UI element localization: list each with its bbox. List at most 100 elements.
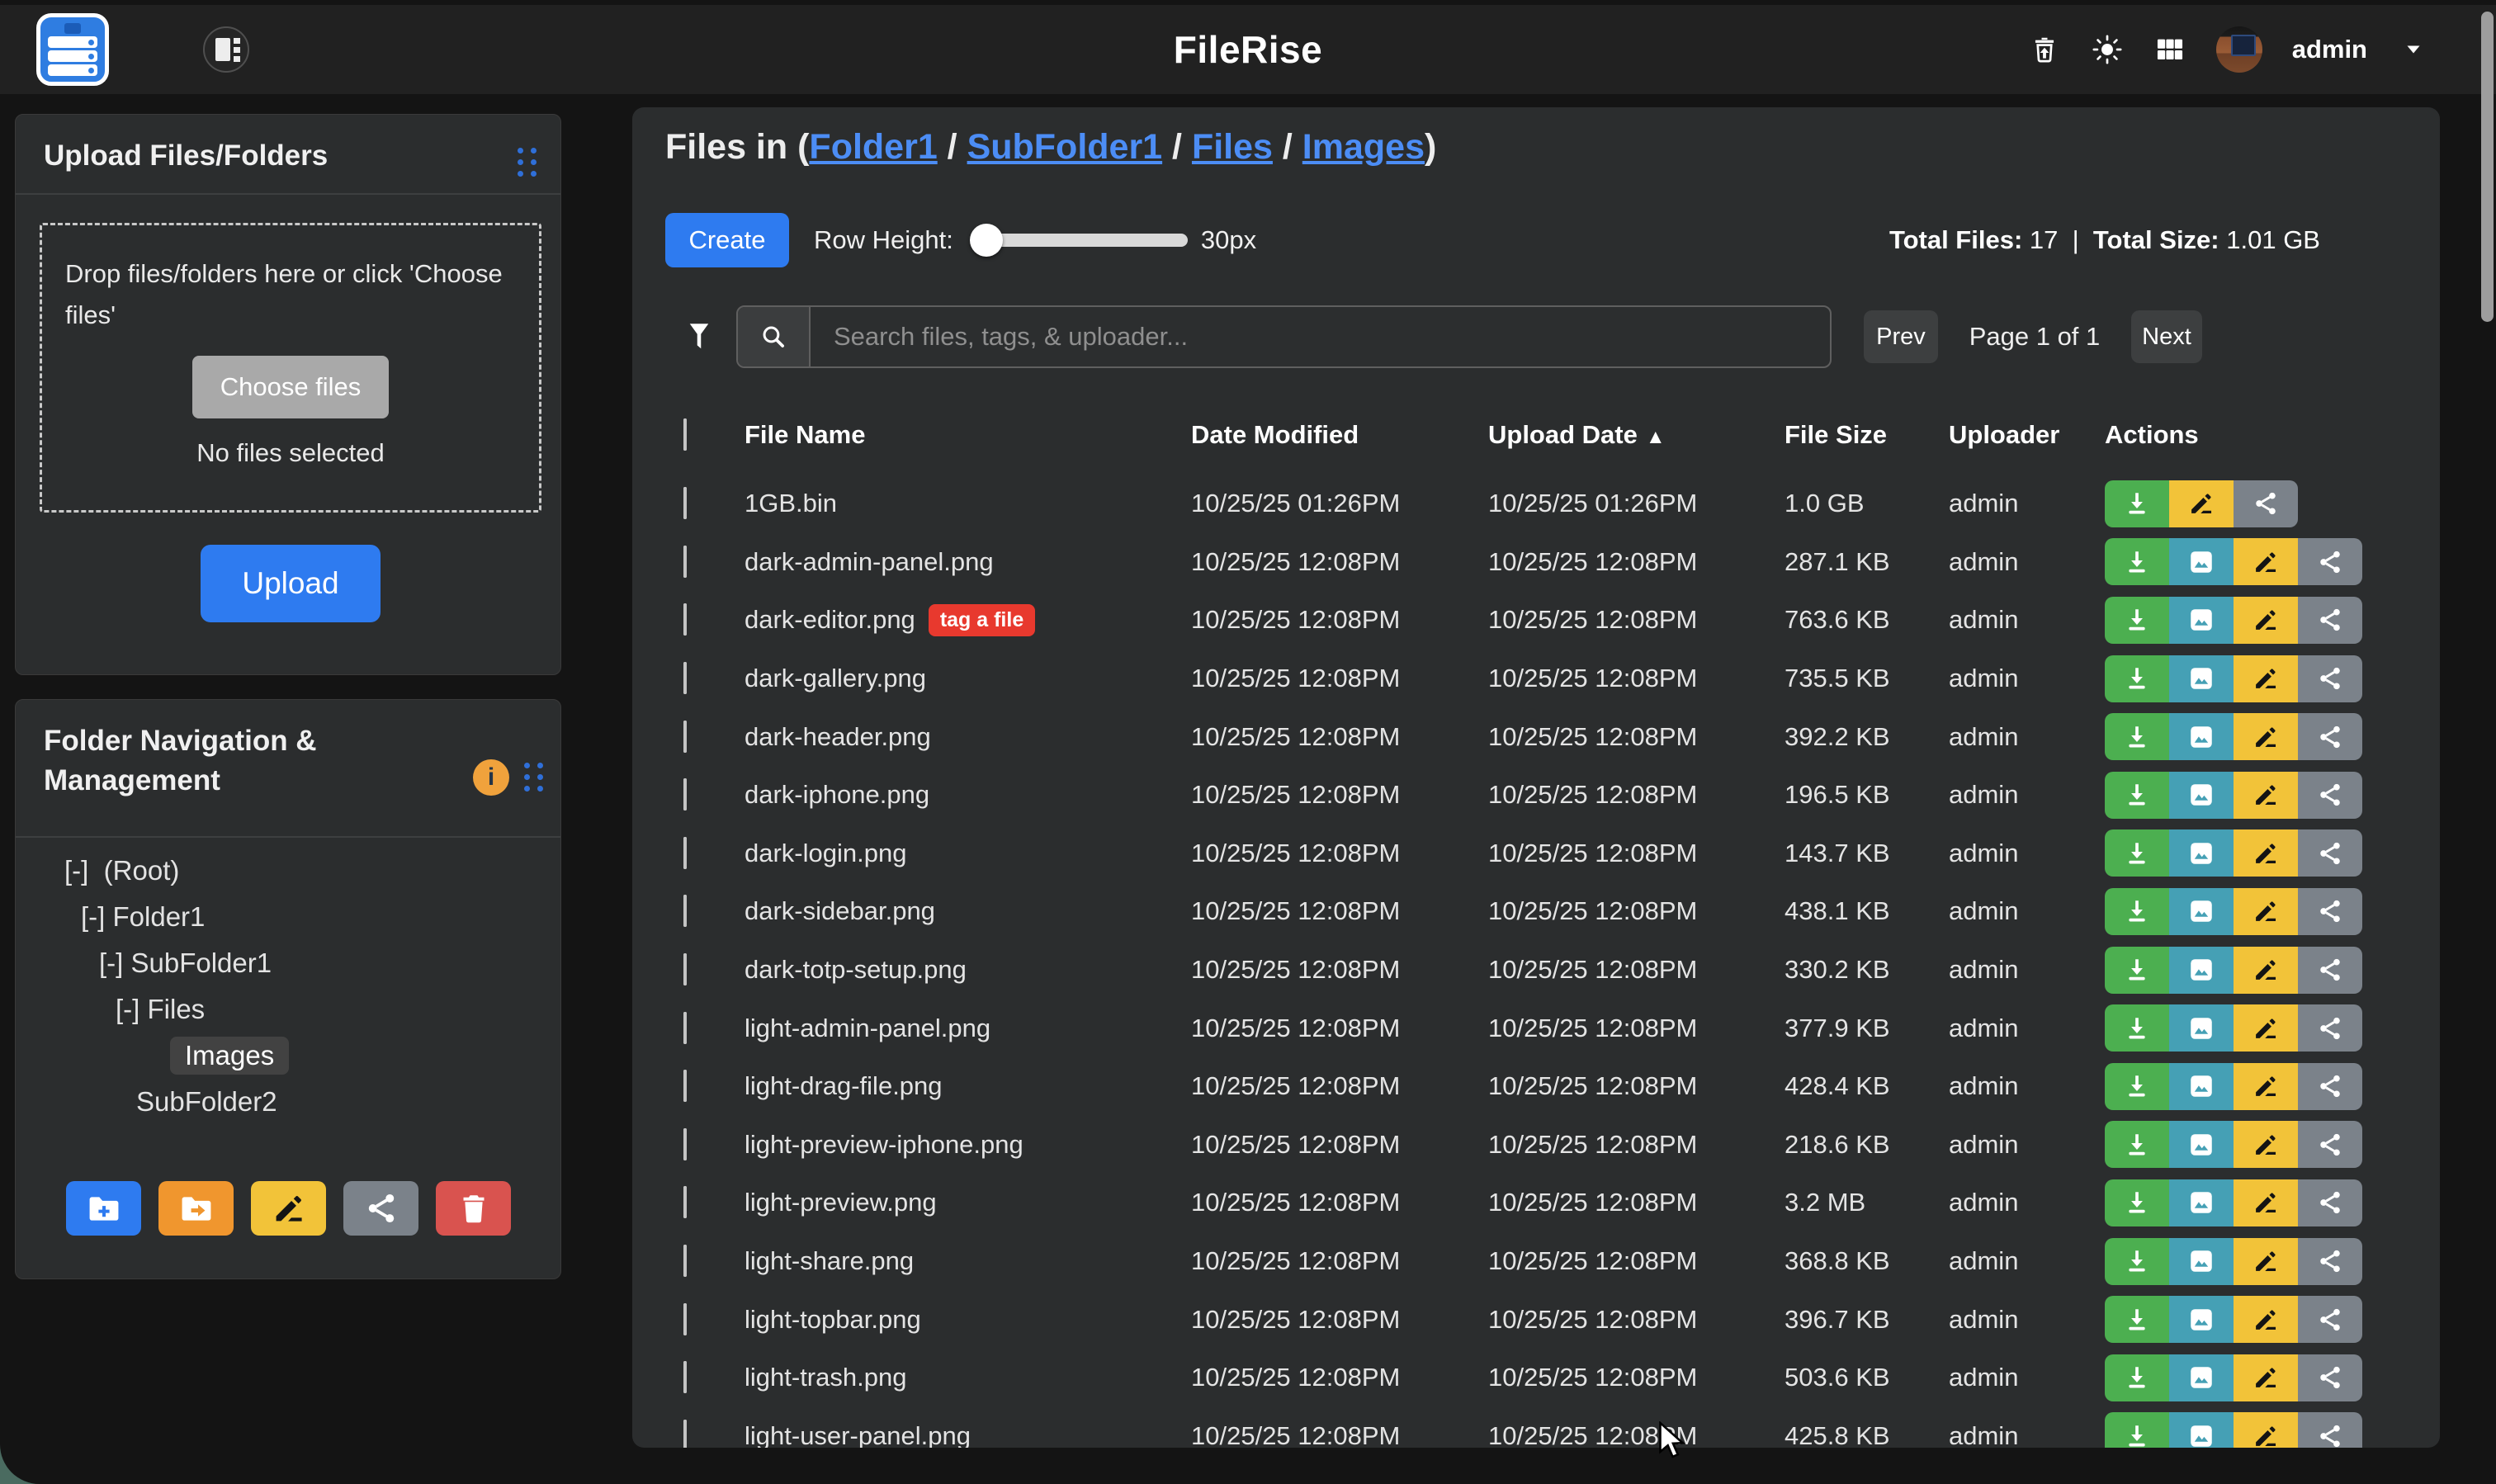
- download-button[interactable]: [2105, 888, 2169, 935]
- edit-button[interactable]: [2234, 597, 2298, 644]
- row-checkbox[interactable]: [683, 721, 687, 753]
- share-button[interactable]: [2298, 1412, 2362, 1448]
- download-button[interactable]: [2105, 480, 2169, 527]
- select-all-checkbox[interactable]: [683, 418, 687, 451]
- filter-icon[interactable]: [684, 320, 714, 353]
- tree-item-root[interactable]: [-] (Root): [16, 848, 560, 894]
- download-button[interactable]: [2105, 829, 2169, 877]
- preview-button[interactable]: [2169, 1179, 2234, 1226]
- sun-icon[interactable]: [2091, 33, 2124, 66]
- share-button[interactable]: [2298, 655, 2362, 702]
- share-button[interactable]: [2234, 480, 2298, 527]
- preview-button[interactable]: [2169, 1004, 2234, 1052]
- download-button[interactable]: [2105, 772, 2169, 819]
- rename-folder-button[interactable]: [251, 1181, 326, 1236]
- file-dropzone[interactable]: Drop files/folders here or click 'Choose…: [40, 223, 541, 513]
- preview-button[interactable]: [2169, 947, 2234, 994]
- filerise-logo-icon[interactable]: [36, 13, 109, 86]
- preview-button[interactable]: [2169, 538, 2234, 585]
- preview-button[interactable]: [2169, 1063, 2234, 1110]
- download-button[interactable]: [2105, 538, 2169, 585]
- drag-handle-icon[interactable]: [524, 763, 544, 797]
- download-button[interactable]: [2105, 1121, 2169, 1168]
- prev-page-button[interactable]: Prev: [1864, 310, 1938, 363]
- next-page-button[interactable]: Next: [2131, 310, 2202, 363]
- breadcrumb-link-subfolder1[interactable]: SubFolder1: [967, 127, 1163, 167]
- row-checkbox[interactable]: [683, 1361, 687, 1393]
- edit-button[interactable]: [2234, 655, 2298, 702]
- edit-button[interactable]: [2234, 1004, 2298, 1052]
- tree-item-folder1[interactable]: [-] Folder1: [16, 894, 560, 940]
- tree-item-subfolder1[interactable]: [-] SubFolder1: [16, 940, 560, 986]
- download-button[interactable]: [2105, 1004, 2169, 1052]
- preview-button[interactable]: [2169, 772, 2234, 819]
- avatar[interactable]: [2216, 26, 2262, 73]
- download-button[interactable]: [2105, 1354, 2169, 1401]
- tree-item-files[interactable]: [-] Files: [16, 986, 560, 1033]
- download-button[interactable]: [2105, 1063, 2169, 1110]
- share-button[interactable]: [2298, 713, 2362, 760]
- row-checkbox[interactable]: [683, 1245, 687, 1277]
- row-checkbox[interactable]: [683, 546, 687, 578]
- choose-files-button[interactable]: Choose files: [192, 356, 389, 418]
- breadcrumb-link-folder1[interactable]: Folder1: [809, 127, 937, 167]
- grid-view-icon[interactable]: [2153, 33, 2186, 66]
- row-checkbox[interactable]: [683, 837, 687, 869]
- share-button[interactable]: [2298, 1238, 2362, 1285]
- row-checkbox[interactable]: [683, 895, 687, 927]
- download-button[interactable]: [2105, 1296, 2169, 1343]
- row-checkbox[interactable]: [683, 1186, 687, 1218]
- edit-button[interactable]: [2234, 713, 2298, 760]
- edit-button[interactable]: [2234, 1412, 2298, 1448]
- edit-button[interactable]: [2234, 1121, 2298, 1168]
- share-button[interactable]: [2298, 1121, 2362, 1168]
- row-checkbox[interactable]: [683, 778, 687, 811]
- preview-button[interactable]: [2169, 713, 2234, 760]
- preview-button[interactable]: [2169, 1238, 2234, 1285]
- edit-button[interactable]: [2234, 1354, 2298, 1401]
- share-button[interactable]: [2298, 947, 2362, 994]
- preview-button[interactable]: [2169, 655, 2234, 702]
- tree-item-subfolder2[interactable]: SubFolder2: [16, 1079, 560, 1125]
- delete-folder-button[interactable]: [436, 1181, 511, 1236]
- info-icon[interactable]: i: [473, 759, 509, 796]
- caret-down-icon[interactable]: [2397, 33, 2430, 66]
- edit-button[interactable]: [2234, 1063, 2298, 1110]
- edit-button[interactable]: [2169, 480, 2234, 527]
- file-tag-badge[interactable]: tag a file: [929, 604, 1035, 636]
- share-button[interactable]: [2298, 1063, 2362, 1110]
- edit-button[interactable]: [2234, 772, 2298, 819]
- share-button[interactable]: [2298, 1296, 2362, 1343]
- column-date-modified[interactable]: Date Modified: [1191, 420, 1488, 450]
- row-checkbox[interactable]: [683, 1012, 687, 1044]
- share-button[interactable]: [2298, 1354, 2362, 1401]
- edit-button[interactable]: [2234, 1238, 2298, 1285]
- scrollbar-thumb[interactable]: [2481, 12, 2494, 322]
- edit-button[interactable]: [2234, 947, 2298, 994]
- share-folder-button[interactable]: [343, 1181, 418, 1236]
- user-name[interactable]: admin: [2292, 35, 2367, 64]
- edit-button[interactable]: [2234, 538, 2298, 585]
- share-button[interactable]: [2298, 597, 2362, 644]
- create-button[interactable]: Create: [665, 213, 789, 267]
- share-button[interactable]: [2298, 538, 2362, 585]
- row-height-slider[interactable]: [971, 234, 1188, 247]
- row-checkbox[interactable]: [683, 662, 687, 694]
- edit-button[interactable]: [2234, 1296, 2298, 1343]
- row-checkbox[interactable]: [683, 603, 687, 636]
- column-upload-date[interactable]: Upload Date▲: [1488, 420, 1785, 450]
- row-checkbox[interactable]: [683, 487, 687, 519]
- preview-button[interactable]: [2169, 1354, 2234, 1401]
- preview-button[interactable]: [2169, 888, 2234, 935]
- tree-item-images[interactable]: Images: [16, 1033, 560, 1079]
- upload-button[interactable]: Upload: [201, 545, 381, 622]
- move-folder-button[interactable]: [158, 1181, 234, 1236]
- download-button[interactable]: [2105, 1238, 2169, 1285]
- preview-button[interactable]: [2169, 829, 2234, 877]
- share-button[interactable]: [2298, 1179, 2362, 1226]
- row-checkbox[interactable]: [683, 1128, 687, 1160]
- download-button[interactable]: [2105, 655, 2169, 702]
- download-button[interactable]: [2105, 713, 2169, 760]
- share-button[interactable]: [2298, 829, 2362, 877]
- drag-handle-icon[interactable]: [518, 148, 537, 182]
